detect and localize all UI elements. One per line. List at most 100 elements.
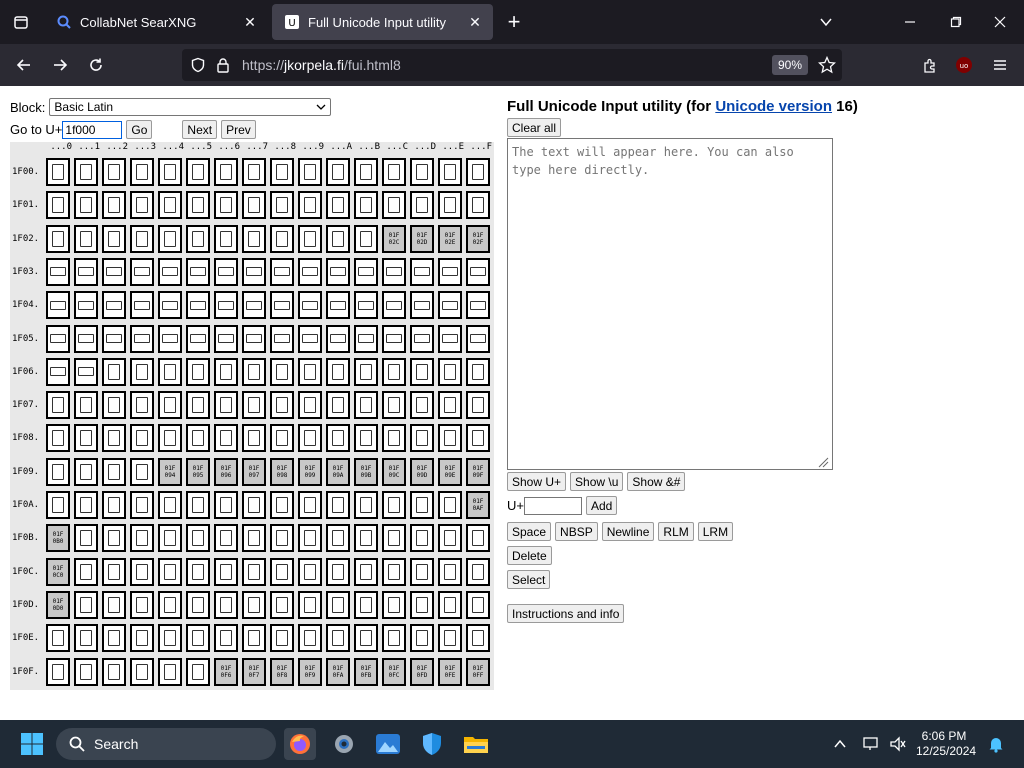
url-bar[interactable]: https://jkorpela.fi/fui.html8 90% xyxy=(182,49,842,81)
char-cell[interactable] xyxy=(102,557,126,586)
windows-start-icon[interactable] xyxy=(16,728,48,760)
char-cell[interactable] xyxy=(74,491,98,519)
char-cell[interactable] xyxy=(466,158,490,186)
char-cell[interactable] xyxy=(410,590,434,619)
char-cell[interactable] xyxy=(466,291,490,320)
unassigned-char-cell[interactable]: 01F 0FB xyxy=(354,657,378,686)
chevron-down-icon[interactable] xyxy=(812,8,840,36)
unassigned-char-cell[interactable]: 01F 0FA xyxy=(326,657,350,686)
char-cell[interactable] xyxy=(130,457,154,486)
char-cell[interactable] xyxy=(74,191,98,220)
char-cell[interactable] xyxy=(354,624,378,653)
char-cell[interactable] xyxy=(46,491,70,519)
volume-muted-icon[interactable] xyxy=(882,728,914,760)
char-cell[interactable] xyxy=(186,257,210,286)
char-cell[interactable] xyxy=(466,257,490,286)
char-cell[interactable] xyxy=(130,557,154,586)
char-cell[interactable] xyxy=(382,291,406,320)
char-cell[interactable] xyxy=(270,324,294,353)
char-cell[interactable] xyxy=(382,191,406,220)
file-explorer-icon[interactable] xyxy=(460,728,492,760)
char-cell[interactable] xyxy=(270,491,294,519)
char-cell[interactable] xyxy=(130,257,154,286)
char-cell[interactable] xyxy=(298,524,322,553)
char-cell[interactable] xyxy=(102,391,126,420)
back-icon[interactable] xyxy=(12,53,36,77)
char-cell[interactable] xyxy=(270,424,294,453)
tab-searxng[interactable]: CollabNet SearXNG ✕ xyxy=(44,4,268,40)
char-cell[interactable] xyxy=(298,557,322,586)
char-cell[interactable] xyxy=(382,524,406,553)
char-cell[interactable] xyxy=(354,590,378,619)
go-button[interactable]: Go xyxy=(126,120,153,139)
show-amp-button[interactable]: Show &# xyxy=(627,472,686,491)
char-cell[interactable] xyxy=(298,257,322,286)
select-button[interactable]: Select xyxy=(507,570,551,589)
unassigned-char-cell[interactable]: 01F 09E xyxy=(438,457,462,486)
char-cell[interactable] xyxy=(438,391,462,420)
char-cell[interactable] xyxy=(186,424,210,453)
clear-all-button[interactable]: Clear all xyxy=(507,118,562,137)
char-cell[interactable] xyxy=(298,424,322,453)
char-cell[interactable] xyxy=(298,324,322,353)
char-cell[interactable] xyxy=(102,657,126,686)
unassigned-char-cell[interactable]: 01F 0F8 xyxy=(270,657,294,686)
char-cell[interactable] xyxy=(186,524,210,553)
char-cell[interactable] xyxy=(438,491,462,519)
char-cell[interactable] xyxy=(130,158,154,186)
char-cell[interactable] xyxy=(438,524,462,553)
char-cell[interactable] xyxy=(242,324,266,353)
char-cell[interactable] xyxy=(158,624,182,653)
char-cell[interactable] xyxy=(186,357,210,386)
char-cell[interactable] xyxy=(74,524,98,553)
unassigned-char-cell[interactable]: 01F 09A xyxy=(326,457,350,486)
char-cell[interactable] xyxy=(298,391,322,420)
char-cell[interactable] xyxy=(186,291,210,320)
char-cell[interactable] xyxy=(130,491,154,519)
char-cell[interactable] xyxy=(186,590,210,619)
char-cell[interactable] xyxy=(214,357,238,386)
char-cell[interactable] xyxy=(46,224,70,253)
char-cell[interactable] xyxy=(130,657,154,686)
char-cell[interactable] xyxy=(242,391,266,420)
lock-icon[interactable] xyxy=(216,57,230,78)
char-cell[interactable] xyxy=(354,324,378,353)
char-cell[interactable] xyxy=(186,657,210,686)
unassigned-char-cell[interactable]: 01F 097 xyxy=(242,457,266,486)
char-cell[interactable] xyxy=(382,158,406,186)
close-tab-icon[interactable]: ✕ xyxy=(238,10,262,34)
char-cell[interactable] xyxy=(270,357,294,386)
char-cell[interactable] xyxy=(158,590,182,619)
char-cell[interactable] xyxy=(158,158,182,186)
char-cell[interactable] xyxy=(326,590,350,619)
char-cell[interactable] xyxy=(46,324,70,353)
char-cell[interactable] xyxy=(214,391,238,420)
char-cell[interactable] xyxy=(214,590,238,619)
char-cell[interactable] xyxy=(46,357,70,386)
char-cell[interactable] xyxy=(410,291,434,320)
show-u-button[interactable]: Show \u xyxy=(570,472,624,491)
char-cell[interactable] xyxy=(102,590,126,619)
char-cell[interactable] xyxy=(130,590,154,619)
char-cell[interactable] xyxy=(74,257,98,286)
char-cell[interactable] xyxy=(74,590,98,619)
space-button[interactable]: Space xyxy=(507,522,552,541)
char-cell[interactable] xyxy=(298,624,322,653)
newline-button[interactable]: Newline xyxy=(601,522,655,541)
char-cell[interactable] xyxy=(158,191,182,220)
char-cell[interactable] xyxy=(158,557,182,586)
char-cell[interactable] xyxy=(214,257,238,286)
char-cell[interactable] xyxy=(74,324,98,353)
char-cell[interactable] xyxy=(298,491,322,519)
menu-icon[interactable] xyxy=(988,53,1012,77)
char-cell[interactable] xyxy=(326,291,350,320)
char-cell[interactable] xyxy=(74,424,98,453)
add-button[interactable]: Add xyxy=(585,496,618,515)
clock[interactable]: 6:06 PM 12/25/2024 xyxy=(916,729,976,759)
security-shield-icon[interactable] xyxy=(416,728,448,760)
char-cell[interactable] xyxy=(102,257,126,286)
unassigned-char-cell[interactable]: 01F 09B xyxy=(354,457,378,486)
unassigned-char-cell[interactable]: 01F 09C xyxy=(382,457,406,486)
char-cell[interactable] xyxy=(382,491,406,519)
char-cell[interactable] xyxy=(382,590,406,619)
